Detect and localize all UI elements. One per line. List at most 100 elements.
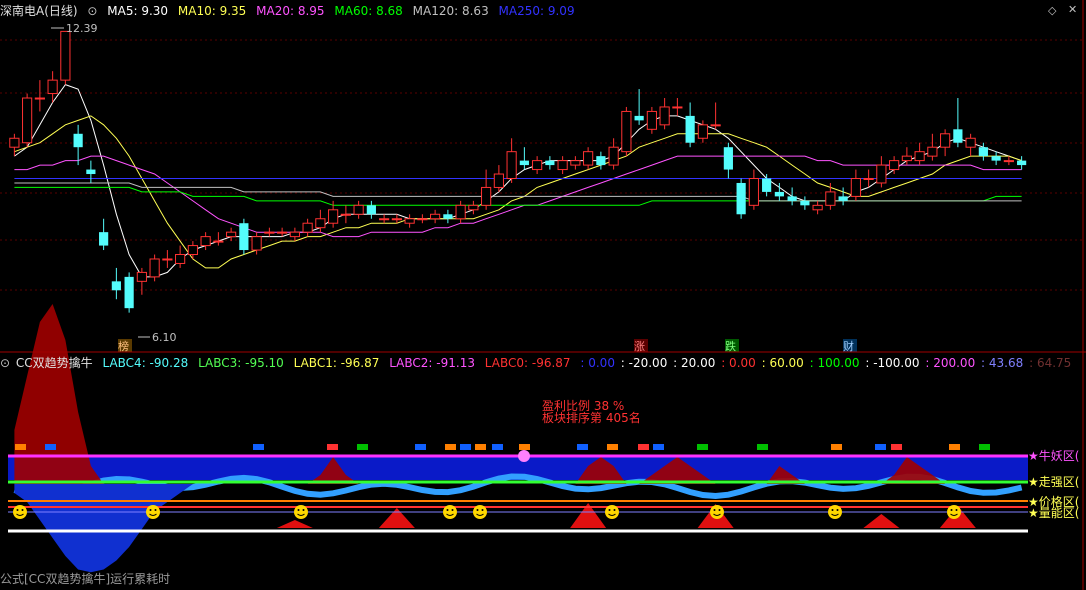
marker-die: 跌 xyxy=(725,339,736,353)
candle-body xyxy=(723,147,733,170)
ma120-value: MA120: 8.63 xyxy=(412,4,489,18)
stock-title[interactable]: 深南电A(日线) xyxy=(0,4,78,18)
candle-body xyxy=(596,156,606,166)
candle-body xyxy=(379,218,390,221)
candle-body xyxy=(340,213,351,216)
candle-body xyxy=(736,182,746,215)
smiley-face xyxy=(828,505,842,519)
candle-body xyxy=(634,115,644,121)
smiley-eye xyxy=(713,509,716,511)
smiley-icon xyxy=(605,505,619,519)
level-value-8: : 200.00 xyxy=(925,356,976,370)
candle-body xyxy=(251,236,262,251)
candle-body xyxy=(685,115,695,143)
signal-block xyxy=(757,444,768,450)
smiley-face xyxy=(605,505,619,519)
candle-body xyxy=(9,137,20,148)
signal-block xyxy=(653,444,664,450)
collapse-icon[interactable]: ⊙ xyxy=(0,356,10,370)
indicator-header: ⊙ CC双趋势擒牛 LABC4: -90.28 LABC3: -95.10 LA… xyxy=(0,354,1073,372)
candle-body xyxy=(583,151,594,166)
smiley-eye xyxy=(476,509,479,511)
signal-markers: 榜 涨 跌 财 xyxy=(118,339,857,353)
candle-body xyxy=(608,146,619,166)
candle-body xyxy=(838,196,848,201)
smiley-icon xyxy=(443,505,457,519)
chart-labels: 12.39 6.10 盈利比例 38 % 板块排序第 405名 ★牛妖区( ★走… xyxy=(51,22,1079,520)
level-value-6: : 100.00 xyxy=(809,356,860,370)
candle-body xyxy=(1017,160,1027,166)
sector-rank-label: 板块排序第 405名 xyxy=(542,410,641,425)
candle-body xyxy=(417,218,428,221)
level-value-9: : 43.68 xyxy=(981,356,1024,370)
level-value-1: : 0.00 xyxy=(580,356,615,370)
candle-body xyxy=(659,106,670,126)
candle-body xyxy=(443,214,453,219)
candle-body xyxy=(353,204,364,215)
candle-body xyxy=(391,218,402,221)
smiley-icon xyxy=(13,505,27,519)
candle-body xyxy=(1003,160,1014,163)
candle-body xyxy=(787,196,797,201)
candle-body xyxy=(302,222,313,233)
candle-body xyxy=(532,160,543,171)
candle-body xyxy=(277,231,288,234)
candle-body xyxy=(22,97,33,144)
signal-block xyxy=(638,444,649,450)
bull-badge-icon xyxy=(518,450,530,462)
moving-average-lines xyxy=(14,84,1022,278)
smiley-eye xyxy=(446,509,449,511)
labc0-value: LABC0: -96.87 xyxy=(484,356,571,370)
candlestick-series xyxy=(9,30,1027,313)
candle-body xyxy=(545,160,555,166)
ma5-value: MA5: 9.30 xyxy=(107,4,169,18)
candle-body xyxy=(978,147,988,157)
smiley-icon xyxy=(146,505,160,519)
candle-body xyxy=(455,204,466,220)
signal-block xyxy=(460,444,471,450)
ma10-value: MA10: 9.35 xyxy=(177,4,247,18)
candle-body xyxy=(800,200,810,206)
smiley-eye xyxy=(950,509,953,511)
smiley-face xyxy=(710,505,724,519)
candle-body xyxy=(557,160,568,171)
close-icon[interactable]: ✕ xyxy=(1068,3,1077,16)
collapse-icon[interactable]: ⊙ xyxy=(87,4,97,18)
candle-body xyxy=(481,186,492,206)
indicator-name[interactable]: CC双趋势擒牛 xyxy=(16,356,93,370)
candle-body xyxy=(506,151,517,180)
candle-body xyxy=(366,205,376,215)
signal-block xyxy=(697,444,708,450)
formula-footer: 公式[CC双趋势擒牛]运行累耗时 xyxy=(0,572,171,586)
smiley-eye xyxy=(302,509,305,511)
signal-block xyxy=(327,444,338,450)
candle-body xyxy=(289,231,300,238)
candle-body xyxy=(136,271,147,282)
smiley-eye xyxy=(608,509,611,511)
smiley-eye xyxy=(831,509,834,511)
diamond-icon[interactable]: ◇ xyxy=(1048,4,1056,17)
level-value-7: : -100.00 xyxy=(865,356,920,370)
candle-body xyxy=(226,231,237,238)
ma-line-ma5 xyxy=(14,84,1022,278)
smiley-eye xyxy=(481,509,484,511)
indicator-panel xyxy=(8,304,1028,573)
candle-body xyxy=(812,204,823,211)
candle-body xyxy=(697,124,708,139)
level-value-4: : 0.00 xyxy=(721,356,756,370)
smiley-eye xyxy=(955,509,958,511)
marker-bang: 榜 xyxy=(118,339,129,353)
candle-body xyxy=(570,160,581,166)
candle-body xyxy=(901,155,912,162)
candle-body xyxy=(86,169,96,175)
candle-body xyxy=(73,133,83,148)
candle-body xyxy=(47,79,58,95)
candle-body xyxy=(991,156,1001,161)
candle-body xyxy=(162,258,173,261)
candle-body xyxy=(825,191,836,206)
labc3-value: LABC3: -95.10 xyxy=(198,356,284,370)
chart-canvas: 12.39 6.10 盈利比例 38 % 板块排序第 405名 ★牛妖区( ★走… xyxy=(0,0,1086,590)
candle-body xyxy=(965,137,976,148)
signal-block xyxy=(875,444,886,450)
signal-block xyxy=(949,444,960,450)
